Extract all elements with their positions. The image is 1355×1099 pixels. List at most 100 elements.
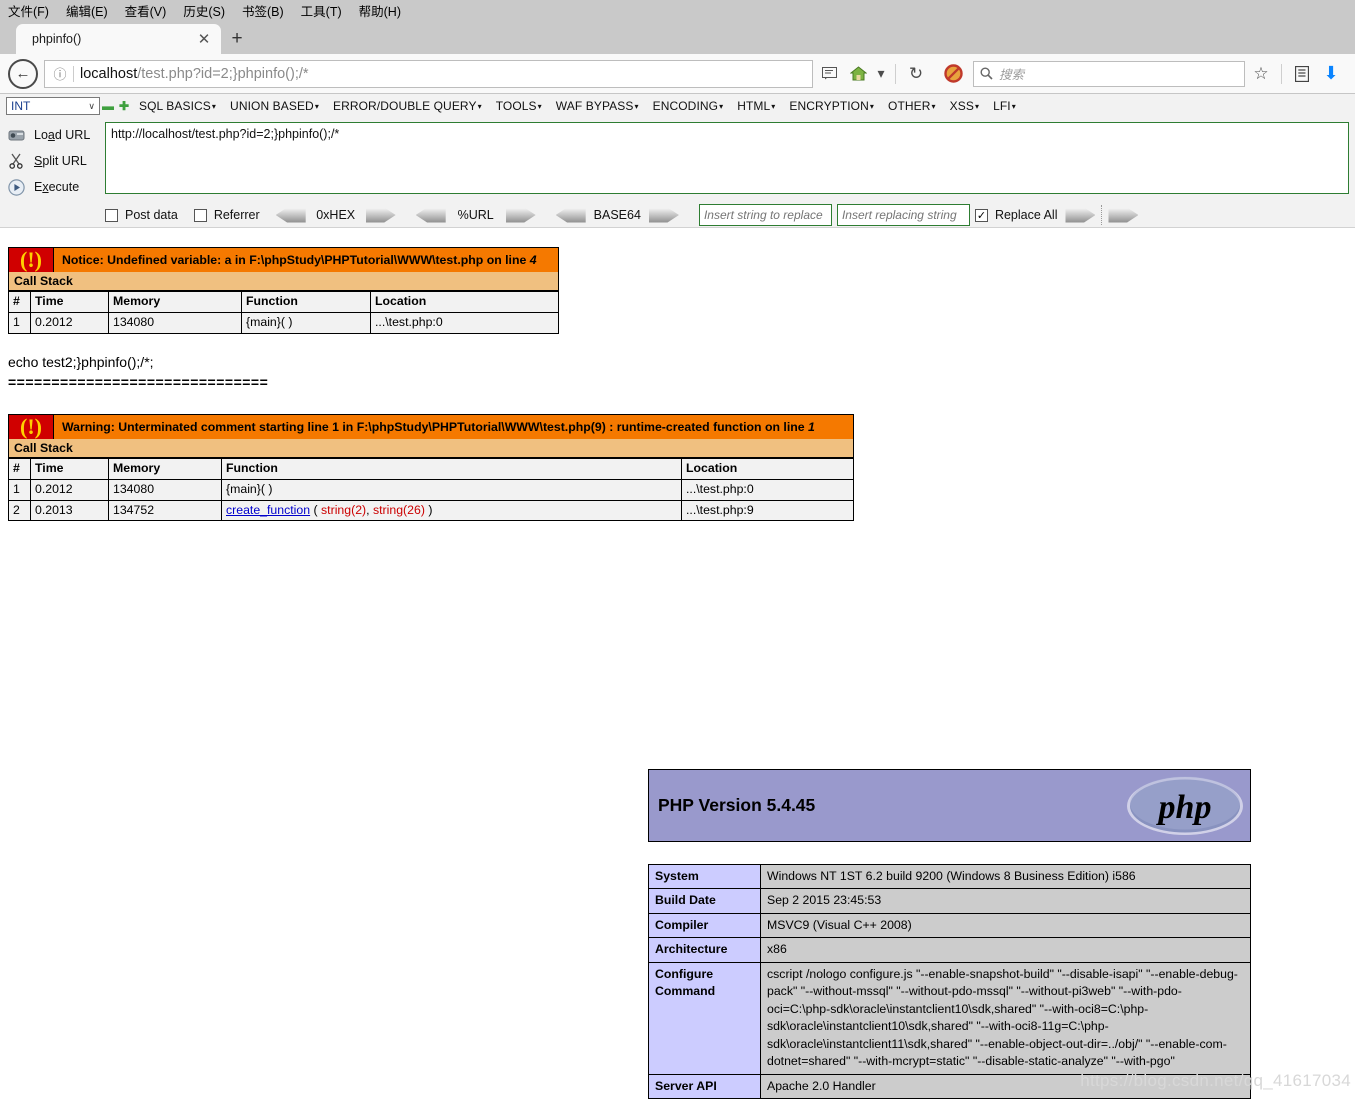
url-text: localhost/test.php?id=2;}phpinfo();/* (80, 66, 309, 82)
menu-bookmarks[interactable]: 书签(B) (242, 1, 284, 20)
menu-tools[interactable]: TOOLS▾ (489, 99, 549, 113)
menu-lfi[interactable]: LFI▾ (986, 99, 1023, 113)
decode-arrow-icon[interactable] (416, 208, 446, 223)
post-data-option[interactable]: Post data (105, 208, 178, 222)
divider (73, 65, 74, 82)
row-value: MSVC9 (Visual C++ 2008) (760, 912, 1251, 939)
th-memory: Memory (108, 291, 242, 313)
add-icon[interactable]: ✚ (116, 99, 132, 113)
downloads-icon[interactable]: ⬇ (1318, 61, 1344, 87)
cell-time: 0.2012 (30, 478, 109, 501)
menu-xss[interactable]: XSS▾ (943, 99, 986, 113)
replace-extra-arrow-icon[interactable] (1108, 208, 1138, 223)
phpinfo-table: System Windows NT 1ST 6.2 build 9200 (Wi… (648, 863, 1251, 1099)
close-icon[interactable]: ✕ (195, 30, 213, 48)
url-textarea[interactable] (105, 122, 1349, 194)
replace-apply-arrow-icon[interactable] (1065, 208, 1095, 223)
encode-arrow-icon[interactable] (506, 208, 536, 223)
new-tab-button[interactable]: + (221, 24, 253, 54)
replace-find-input[interactable] (698, 204, 832, 226)
home-icon[interactable] (845, 61, 871, 87)
menu-encoding[interactable]: ENCODING▾ (646, 99, 731, 113)
menu-waf-bypass[interactable]: WAF BYPASS▾ (549, 99, 646, 113)
chevron-down-icon[interactable]: ▾ (874, 61, 888, 87)
th-num: # (8, 291, 31, 313)
encode-arrow-icon[interactable] (366, 208, 396, 223)
encoder-base64-label: BASE64 (593, 208, 641, 222)
load-url-button[interactable]: Load URL (6, 122, 105, 148)
row-key: Build Date (648, 888, 761, 914)
menu-help[interactable]: 帮助(H) (359, 1, 401, 20)
divider (895, 63, 896, 84)
tab-phpinfo[interactable]: phpinfo() ✕ (16, 24, 221, 54)
menu-union-based[interactable]: UNION BASED▾ (223, 99, 326, 113)
address-bar[interactable]: ⓘ localhost/test.php?id=2;}phpinfo();/* (44, 59, 813, 88)
encode-arrow-icon[interactable] (649, 208, 679, 223)
table-row: System Windows NT 1ST 6.2 build 9200 (Wi… (648, 863, 1251, 890)
type-select-value: INT (11, 99, 31, 113)
cell-function: {main}( ) (221, 478, 682, 501)
reload-icon[interactable]: ↻ (903, 61, 929, 87)
menu-edit[interactable]: 编辑(E) (66, 1, 108, 20)
post-data-checkbox[interactable] (105, 208, 118, 222)
th-location: Location (370, 291, 559, 313)
cell-memory: 134080 (108, 478, 222, 501)
menu-sql-basics[interactable]: SQL BASICS▾ (132, 99, 223, 113)
menu-other[interactable]: OTHER▾ (881, 99, 943, 113)
table-row: Build Date Sep 2 2015 23:45:53 (648, 888, 1251, 914)
library-icon[interactable] (1289, 61, 1315, 87)
notice-header: (!) Notice: Undefined variable: a in F:\… (8, 247, 559, 272)
menu-history[interactable]: 历史(S) (183, 1, 225, 20)
split-url-button[interactable]: Split URL (6, 148, 105, 174)
cell-memory: 134080 (108, 311, 242, 334)
remove-icon[interactable]: ▬ (100, 99, 116, 113)
split-url-label: Split URL (34, 154, 87, 168)
split-url-icon (6, 152, 26, 170)
phpinfo-output: PHP Version 5.4.45 php System Windows NT… (648, 769, 1251, 1099)
row-value: cscript /nologo configure.js "--enable-s… (760, 961, 1251, 1075)
type-select[interactable]: INT ∨ (6, 97, 100, 115)
tab-title: phpinfo() (32, 32, 82, 46)
menu-view[interactable]: 查看(V) (125, 1, 167, 20)
menu-html[interactable]: HTML▾ (730, 99, 782, 113)
create-function-link[interactable]: create_function (226, 503, 310, 517)
row-value: Windows NT 1ST 6.2 build 9200 (Windows 8… (760, 863, 1251, 890)
post-data-label: Post data (125, 208, 178, 222)
warning-header: (!) Warning: Unterminated comment starti… (8, 414, 854, 439)
separator-line: ============================== (8, 374, 269, 390)
browser-chrome: 文件(F) 编辑(E) 查看(V) 历史(S) 书签(B) 工具(T) 帮助(H… (0, 0, 1355, 94)
menu-error-double-query[interactable]: ERROR/DOUBLE QUERY▾ (326, 99, 489, 113)
replace-all-option[interactable]: ✓ Replace All (974, 208, 1057, 222)
reader-view-icon[interactable] (816, 61, 842, 87)
decode-arrow-icon[interactable] (556, 208, 586, 223)
row-key: Compiler (648, 912, 761, 939)
load-url-icon (6, 126, 26, 144)
referrer-checkbox[interactable] (193, 208, 207, 222)
menu-encryption[interactable]: ENCRYPTION▾ (782, 99, 881, 113)
info-icon[interactable]: ⓘ (49, 65, 71, 83)
table-row: 2 0.2013 134752 create_function ( string… (8, 499, 854, 522)
replace-with-input[interactable] (836, 204, 970, 226)
svg-text:php: php (1156, 789, 1212, 826)
decode-arrow-icon[interactable] (276, 208, 306, 223)
referrer-option[interactable]: Referrer (193, 208, 260, 222)
replace-all-checkbox[interactable]: ✓ (974, 208, 988, 222)
url-path: /test.php?id=2;}phpinfo();/* (137, 65, 309, 82)
th-function: Function (241, 291, 371, 313)
divider (1281, 63, 1282, 84)
menu-file[interactable]: 文件(F) (8, 1, 49, 20)
table-row: Configure Command cscript /nologo config… (648, 961, 1251, 1075)
th-time: Time (30, 291, 109, 313)
search-bar[interactable]: 搜索 (973, 60, 1245, 87)
menu-tools[interactable]: 工具(T) (301, 1, 342, 20)
th-memory: Memory (108, 458, 222, 480)
bookmark-star-icon[interactable]: ☆ (1248, 61, 1274, 87)
table-row: 1 0.2012 134080 {main}( ) ...\test.php:0 (8, 311, 559, 334)
row-key: System (648, 863, 761, 890)
noscript-icon[interactable] (940, 61, 966, 87)
back-arrow-icon[interactable]: ← (8, 58, 38, 89)
cell-function: create_function ( string(2), string(26) … (221, 499, 682, 522)
execute-button[interactable]: Execute (6, 174, 105, 200)
phpinfo-header: PHP Version 5.4.45 php (648, 769, 1251, 842)
row-key: Server API (648, 1073, 761, 1099)
